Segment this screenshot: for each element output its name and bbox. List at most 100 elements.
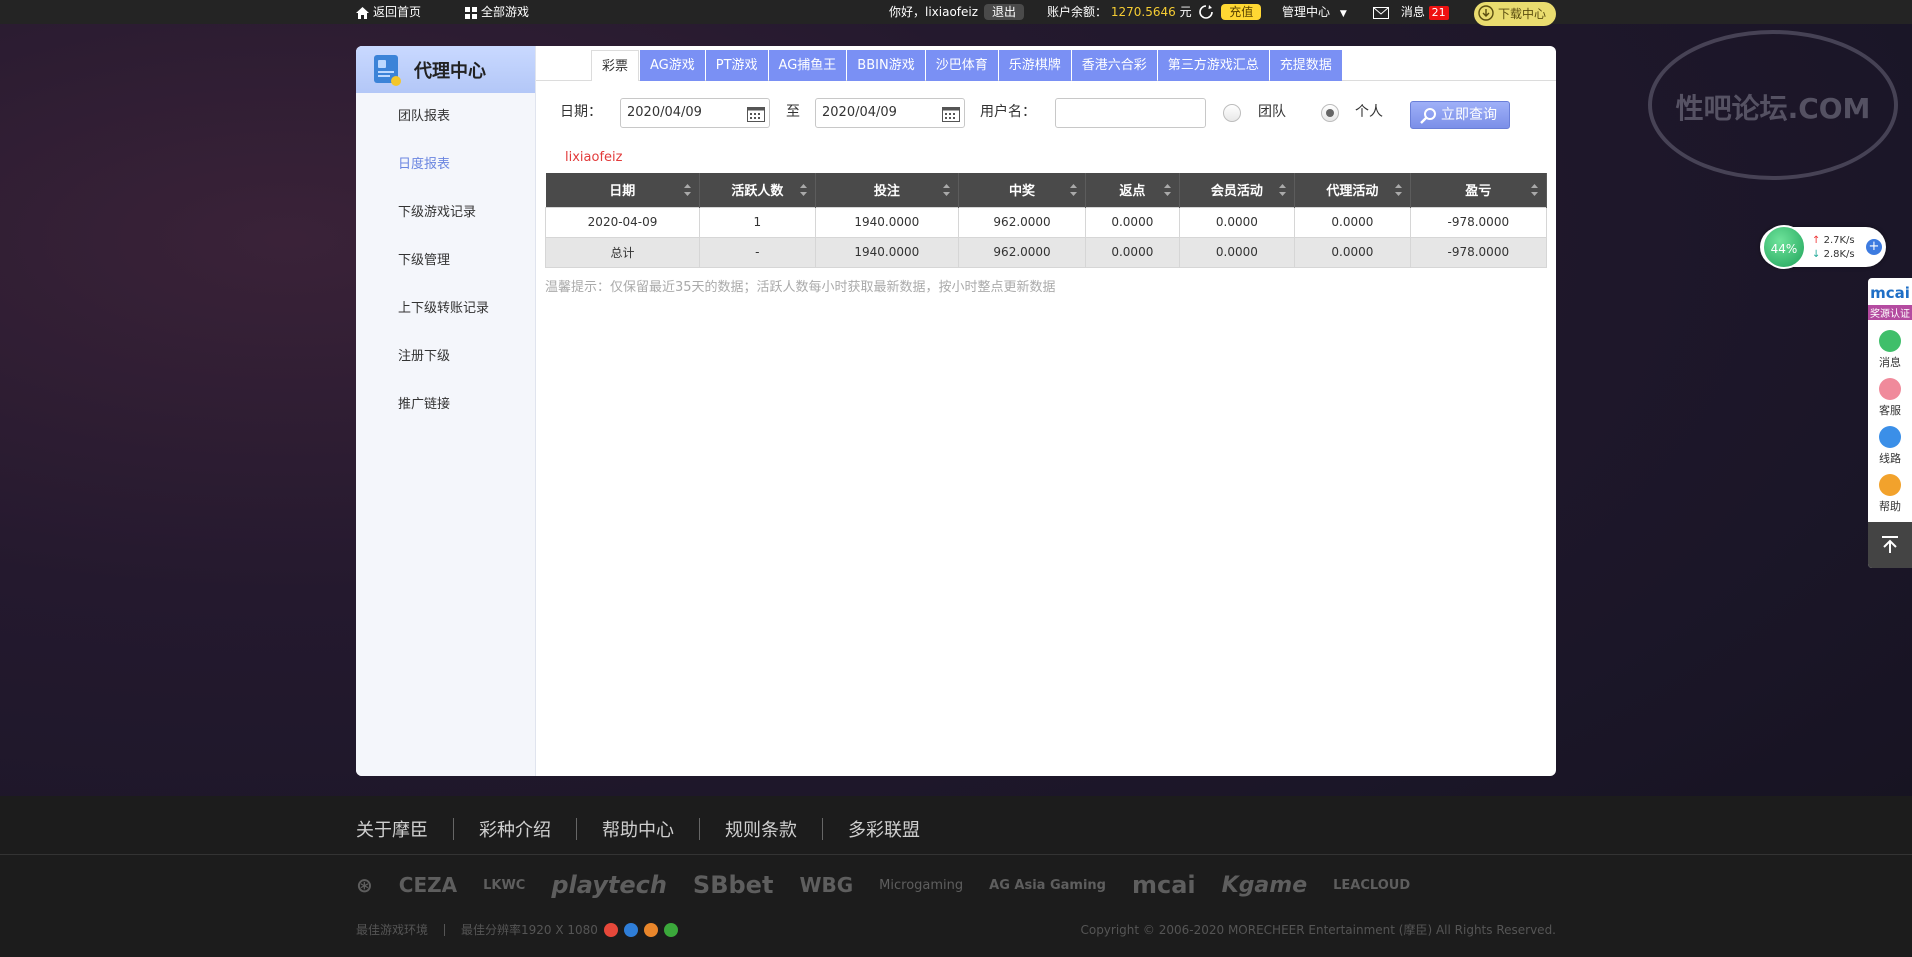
partner-logo: Kgame [1221, 872, 1308, 898]
table-cell: 0.0000 [1178, 236, 1296, 268]
tab-saba-sports[interactable]: 沙巴体育 [925, 50, 998, 81]
recharge-button[interactable]: 充值 [1221, 4, 1262, 20]
footer-link-alliance[interactable]: 多彩联盟 [848, 816, 920, 842]
footer-link-about[interactable]: 关于摩臣 [356, 816, 428, 842]
plus-icon[interactable]: + [1866, 239, 1882, 255]
float-route-button[interactable]: 线路 [1868, 420, 1912, 468]
mcai-logo-text: mcai [1870, 284, 1910, 302]
date-from-input[interactable]: 2020/04/09 [620, 98, 770, 128]
sidebar-item-team-report[interactable]: 团队报表 [356, 93, 535, 141]
data-tip: 温馨提示：仅保留最近35天的数据；活跃人数每小时获取最新数据，按小时整点更新数据 [545, 280, 1056, 295]
sidebar-item-register-sub[interactable]: 注册下级 [356, 333, 535, 381]
float-help-button[interactable]: 帮助 [1868, 468, 1912, 516]
game-tabs: 彩票 AG游戏 PT游戏 AG捕鱼王 BBIN游戏 沙巴体育 乐游棋牌 香港六合… [591, 50, 1343, 81]
username-input[interactable] [1055, 98, 1206, 128]
footer-link-lottery-intro[interactable]: 彩种介绍 [479, 816, 551, 842]
divider [699, 818, 700, 840]
messages-link[interactable]: 消息 21 [1373, 0, 1449, 24]
sidebar-item-sub-game-records[interactable]: 下级游戏记录 [356, 189, 535, 237]
calendar-icon[interactable] [747, 105, 765, 122]
col-header-member-activity[interactable]: 会员活动 [1179, 173, 1296, 207]
grid-icon [465, 7, 477, 19]
float-service-button[interactable]: 客服 [1868, 372, 1912, 420]
sidebar: 代理中心 团队报表 日度报表 下级游戏记录 下级管理 上下级转账记录 注册下级 … [356, 46, 536, 776]
copyright: Copyright © 2006-2020 MORECHEER Entertai… [1080, 923, 1556, 937]
refresh-icon[interactable] [1199, 5, 1214, 19]
table-cell: 0.0000 [1085, 206, 1180, 238]
query-button[interactable]: 立即查询 [1410, 101, 1510, 129]
table-cell: -978.0000 [1409, 236, 1548, 268]
user-greeting: 你好，lixiaofeiz 退出 [889, 0, 1025, 24]
partner-logo: LEACLOUD [1333, 877, 1411, 893]
float-message-button[interactable]: 消息 [1868, 324, 1912, 372]
sort-icon [799, 184, 807, 200]
footer-link-help[interactable]: 帮助中心 [602, 816, 674, 842]
sidebar-item-transfer-records[interactable]: 上下级转账记录 [356, 285, 535, 333]
tab-ag-fishing[interactable]: AG捕鱼王 [768, 50, 847, 81]
to-label: 至 [786, 104, 800, 120]
sidebar-item-promo-link[interactable]: 推广链接 [356, 381, 535, 429]
col-header-date[interactable]: 日期 [545, 173, 701, 207]
customer-service-icon [1879, 378, 1901, 400]
col-header-profit-loss[interactable]: 盈亏 [1410, 173, 1548, 207]
home-link[interactable]: 返回首页 [356, 0, 421, 24]
balance-area: 账户余额： 1270.5646 元 充值 [1047, 0, 1262, 24]
download-center-button[interactable]: 下载中心 [1474, 2, 1557, 26]
sidebar-item-daily-report[interactable]: 日度报表 [356, 141, 535, 189]
chat-icon [1879, 330, 1901, 352]
team-radio[interactable] [1223, 104, 1241, 122]
manage-center-menu[interactable]: 管理中心 ▼ [1282, 0, 1347, 24]
divider [444, 923, 446, 936]
mcai-logo[interactable]: mcai 奖源认证 [1868, 278, 1912, 324]
watermark-logo: 性吧论坛.COM [1648, 30, 1898, 180]
tab-hk-mark-six[interactable]: 香港六合彩 [1071, 50, 1157, 81]
table-cell: 1940.0000 [814, 206, 960, 238]
date-to-input[interactable]: 2020/04/09 [815, 98, 965, 128]
col-header-agent-activity[interactable]: 代理活动 [1294, 173, 1411, 207]
tab-deposit-withdraw[interactable]: 充提数据 [1269, 50, 1342, 81]
col-header-active-users[interactable]: 活跃人数 [699, 173, 816, 207]
all-games-link[interactable]: 全部游戏 [465, 0, 529, 24]
col-header-rebate[interactable]: 返点 [1085, 173, 1180, 207]
divider [822, 818, 823, 840]
upload-speed-value: 2.7K/s [1823, 235, 1855, 246]
network-speed-widget[interactable]: 44% ↑ 2.7K/s ↓ 2.8K/s + [1760, 225, 1886, 269]
table-cell: - [699, 236, 816, 268]
sort-icon [1394, 184, 1402, 200]
table-cell: 962.0000 [958, 206, 1087, 238]
tab-third-party-summary[interactable]: 第三方游戏汇总 [1157, 50, 1269, 81]
home-label: 返回首页 [373, 5, 422, 19]
tab-bbin-games[interactable]: BBIN游戏 [847, 50, 925, 81]
sort-icon [684, 184, 692, 200]
col-header-winnings[interactable]: 中奖 [958, 173, 1087, 207]
balance-unit: 元 [1179, 5, 1192, 19]
col-header-bets[interactable]: 投注 [815, 173, 960, 207]
partner-logo: Microgaming [879, 877, 964, 893]
col-header-label: 中奖 [1009, 184, 1036, 200]
calendar-icon[interactable] [942, 105, 960, 122]
divider [453, 818, 454, 840]
tab-leyou-chess[interactable]: 乐游棋牌 [998, 50, 1071, 81]
download-speed: ↓ 2.8K/s [1812, 249, 1855, 260]
upload-speed: ↑ 2.7K/s [1812, 235, 1855, 246]
partner-logo: AG Asia Gaming [989, 877, 1106, 893]
footer-link-terms[interactable]: 规则条款 [725, 816, 797, 842]
logout-button[interactable]: 退出 [984, 4, 1025, 20]
tab-lottery[interactable]: 彩票 [591, 50, 640, 81]
footer-divider [0, 854, 1912, 855]
arrow-top-icon [1882, 536, 1898, 553]
col-header-label: 日期 [609, 184, 636, 200]
username-label: 用户名： [980, 104, 1036, 120]
tab-pt-games[interactable]: PT游戏 [705, 50, 768, 81]
tab-ag-games[interactable]: AG游戏 [640, 50, 705, 81]
partner-logo: CEZA [398, 873, 458, 897]
arrow-down-icon: ↓ [1812, 249, 1821, 260]
sidebar-item-sub-management[interactable]: 下级管理 [356, 237, 535, 285]
back-to-top-button[interactable] [1868, 522, 1912, 568]
sidebar-header: 代理中心 [356, 46, 535, 93]
speedometer-icon [1879, 426, 1901, 448]
sort-icon [1531, 184, 1538, 200]
col-header-label: 代理活动 [1326, 184, 1379, 200]
personal-radio[interactable] [1321, 104, 1339, 122]
sort-icon [943, 184, 951, 200]
